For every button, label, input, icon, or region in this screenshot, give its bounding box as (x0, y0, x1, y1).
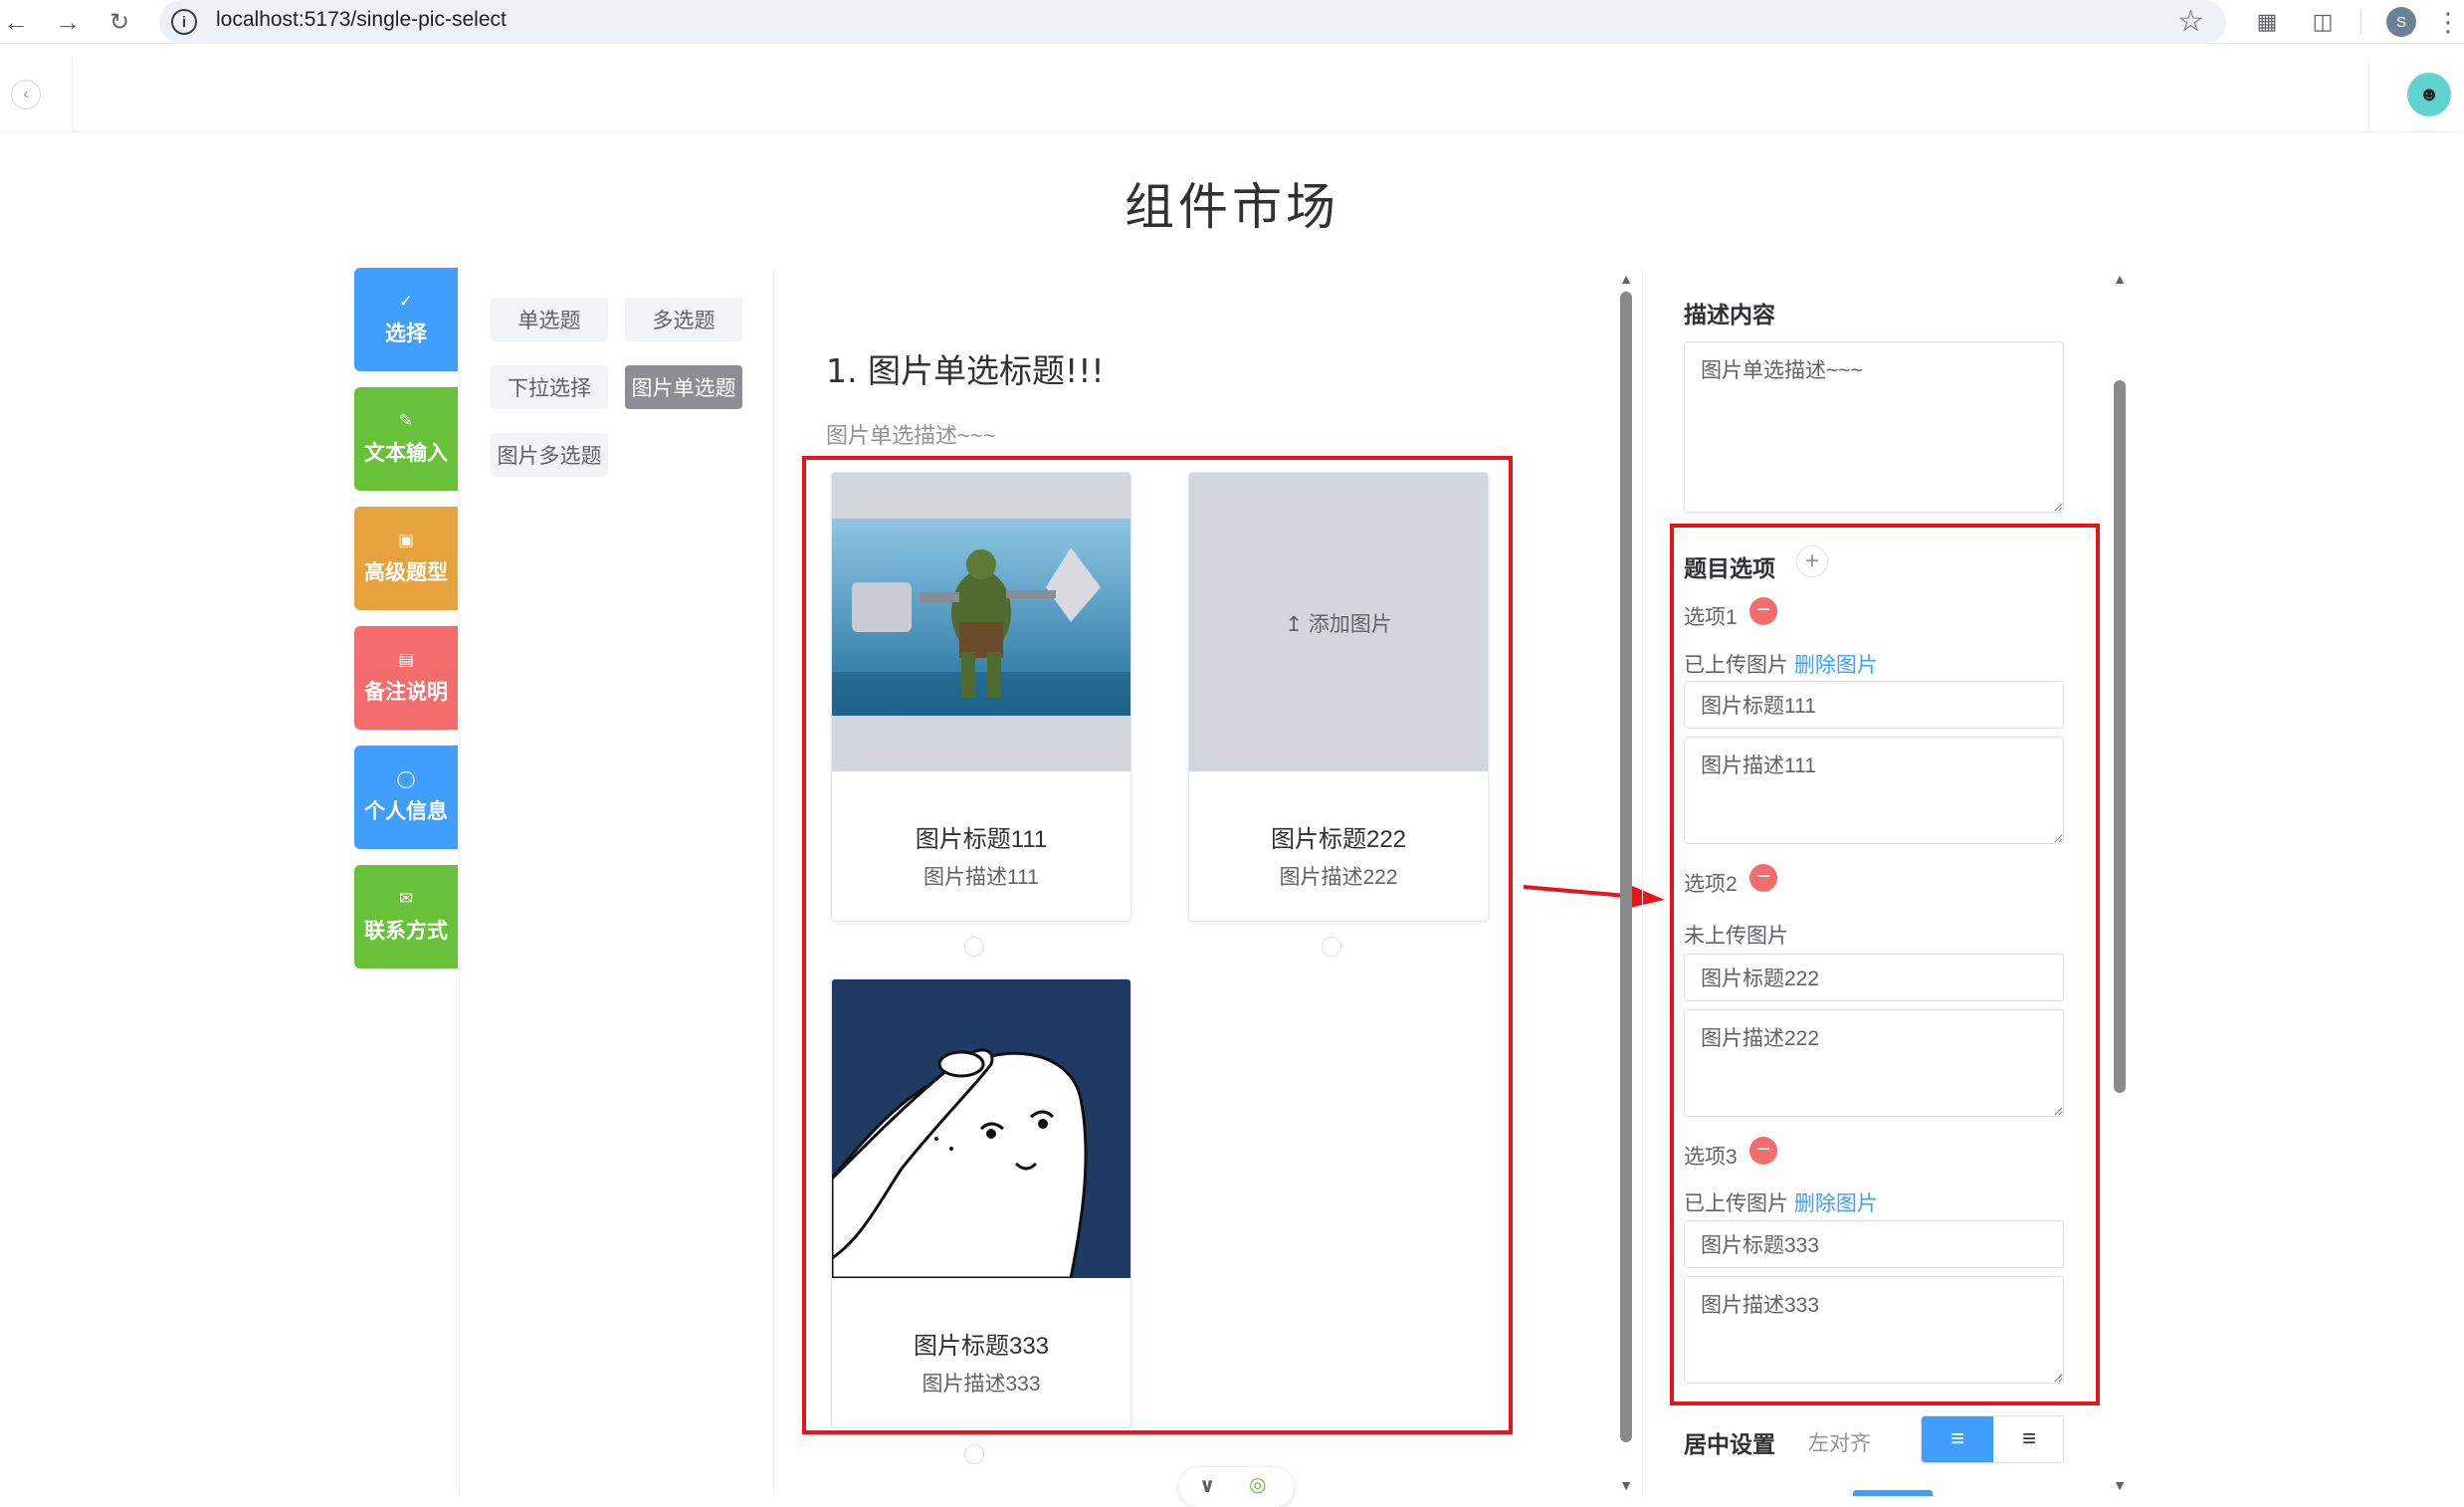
header-divider (72, 57, 73, 132)
panel-divider (773, 269, 774, 1496)
scroll-up-arrow[interactable]: ▲ (2113, 271, 2127, 287)
user-icon: ◯ (396, 769, 416, 788)
option-radio[interactable] (964, 1444, 984, 1464)
header-divider (2368, 57, 2369, 132)
category-label: 高级题型 (364, 561, 448, 584)
panel-divider (1642, 269, 1643, 1496)
category-contact[interactable]: ✉ 联系方式 (354, 865, 458, 969)
category-advanced[interactable]: ▣ 高级题型 (354, 507, 458, 610)
scroll-up-arrow[interactable]: ▲ (1619, 271, 1633, 287)
settings-scrollbar-thumb[interactable] (2114, 380, 2126, 1093)
bottom-toolbar: ∨ ◎ (1179, 1467, 1294, 1507)
back-arrow-icon[interactable]: ← (0, 6, 32, 38)
star-icon[interactable]: ☆ (2177, 4, 2204, 39)
category-text-input[interactable]: ✎ 文本输入 (354, 387, 458, 491)
type-pic-multi-choice[interactable]: 图片多选题 (491, 433, 608, 477)
qr-code-icon[interactable]: ▦ (2251, 6, 2283, 38)
chevron-down-icon[interactable]: ∨ (1199, 1473, 1215, 1498)
category-label: 备注说明 (364, 681, 448, 704)
reload-icon[interactable]: ↻ (103, 6, 135, 38)
type-multi-choice[interactable]: 多选题 (625, 298, 742, 341)
category-remarks[interactable]: ▤ 备注说明 (354, 626, 458, 730)
type-single-choice[interactable]: 单选题 (491, 298, 608, 341)
mail-icon: ✉ (398, 889, 414, 908)
info-icon[interactable]: i (171, 9, 197, 35)
edit-icon: ✎ (398, 411, 414, 430)
comment-icon: ▤ (397, 650, 415, 669)
locate-icon[interactable]: ◎ (1249, 1472, 1266, 1497)
category-label: 文本输入 (364, 442, 448, 465)
desc-content-textarea[interactable]: 图片单选描述~~~ (1684, 341, 2064, 513)
type-dropdown[interactable]: 下拉选择 (491, 365, 608, 409)
align-value: 左对齐 (1808, 1432, 1871, 1455)
forward-arrow-icon[interactable]: → (52, 6, 84, 38)
type-pic-single-choice[interactable]: 图片单选题 (625, 365, 742, 409)
scroll-down-arrow[interactable]: ▼ (1619, 1477, 1633, 1493)
user-avatar[interactable]: ☻ (2407, 73, 2451, 116)
question-title: 1. 图片单选标题!!! (826, 351, 1105, 390)
preview-scrollbar-thumb[interactable] (1620, 292, 1632, 1442)
app-header (0, 57, 2464, 132)
collapse-back-button[interactable]: ‹ (11, 80, 41, 109)
next-toggle-partial (1853, 1490, 1933, 1496)
category-label: 选择 (385, 323, 427, 345)
page-title: 组件市场 (1125, 178, 1339, 236)
category-personal-info[interactable]: ◯ 个人信息 (354, 746, 458, 849)
extensions-icon[interactable]: ◫ (2307, 6, 2339, 38)
align-center-button[interactable]: ≡ (1993, 1416, 2063, 1462)
scroll-down-arrow[interactable]: ▼ (2113, 1477, 2127, 1493)
url-text[interactable]: localhost:5173/single-pic-select (216, 8, 507, 32)
desc-content-label: 描述内容 (1684, 302, 1775, 327)
align-left-button[interactable]: ≡ (1922, 1416, 1993, 1462)
center-setting-label: 居中设置 (1684, 1431, 1775, 1457)
profile-avatar[interactable]: S (2386, 7, 2416, 37)
more-menu-icon[interactable]: ⋮ (2432, 6, 2464, 38)
question-description: 图片单选描述~~~ (826, 423, 996, 448)
align-toggle-group: ≡ ≡ (1921, 1415, 2064, 1463)
annotation-box (1670, 524, 2100, 1405)
category-label: 个人信息 (364, 800, 448, 823)
panel-divider (459, 269, 460, 1496)
category-label: 联系方式 (364, 920, 448, 943)
check-circle-icon: ✓ (398, 292, 414, 311)
box-icon: ▣ (397, 531, 415, 549)
annotation-arrow (1523, 885, 1665, 908)
category-select[interactable]: ✓ 选择 (354, 268, 458, 371)
annotation-box (802, 456, 1513, 1434)
